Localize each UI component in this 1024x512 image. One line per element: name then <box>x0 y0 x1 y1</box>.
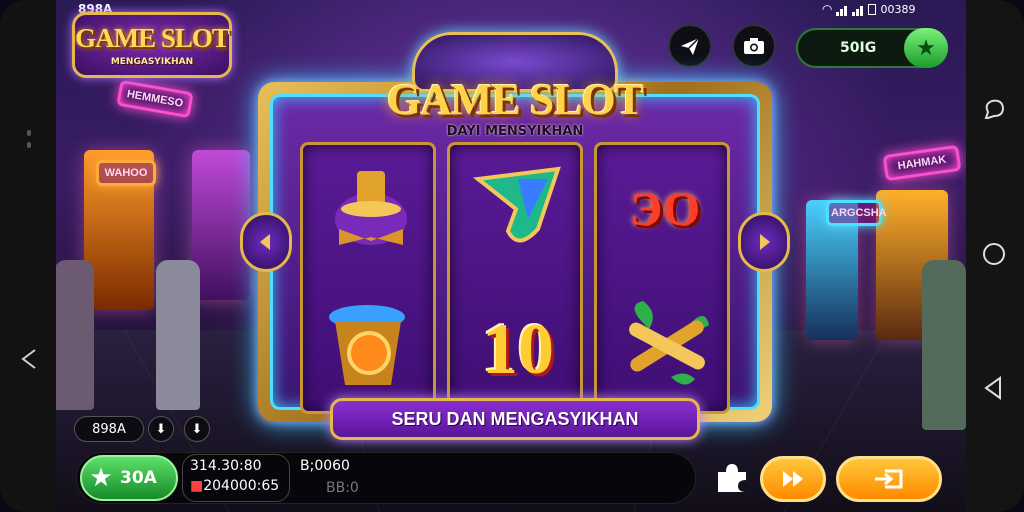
stat-line-4: BB:0 <box>326 480 359 496</box>
chevron-right-icon <box>760 234 770 250</box>
camera-icon <box>744 38 764 54</box>
camera-dot <box>27 130 31 136</box>
slot-title: GAME SLOT <box>386 75 644 124</box>
stat-line-1: 314.30:80 <box>190 458 262 474</box>
number-10-symbol: 10 <box>482 308 554 389</box>
slot-machine: GAME SLOT DAYI MENSYIKHAN 10 ЭО SERU DAN… <box>240 32 790 442</box>
logo-title: GAME SLOT <box>75 23 230 53</box>
arrow-down-icon: ⬇ <box>155 421 167 437</box>
home-icon[interactable] <box>980 240 1008 268</box>
reel-1 <box>300 142 436 414</box>
chevron-left-icon <box>260 234 270 250</box>
red-marker-icon: ■ <box>190 478 204 494</box>
balance-amount: 50IG <box>840 40 877 56</box>
auto-play-button[interactable]: ★ 30A <box>80 455 178 501</box>
puzzle-icon[interactable] <box>712 458 752 498</box>
left-hardware-strip <box>0 0 56 512</box>
fast-forward-icon <box>783 471 803 487</box>
stat-line-3: B;0060 <box>300 458 350 474</box>
balance-pill[interactable]: 50IG ★ <box>796 28 948 68</box>
game-screen: HEMMESO WAHOO HAHMAK ARGCSHA 898A ◠ 0038… <box>56 0 966 512</box>
star-icon: ★ <box>916 35 936 61</box>
exit-icon <box>875 469 903 489</box>
star-icon: ★ <box>89 463 113 493</box>
arrow-up-icon: ⬇ <box>191 421 203 437</box>
back-nav-icon[interactable] <box>980 374 1008 402</box>
status-right-text: 00389 <box>880 2 916 16</box>
person-left-1 <box>56 260 94 410</box>
back-icon[interactable] <box>20 348 38 370</box>
sensor-dot <box>27 142 31 148</box>
arcade-cabinet-left-2 <box>192 150 250 300</box>
next-button[interactable] <box>738 212 790 272</box>
auto-play-value: 30A <box>120 468 157 488</box>
neon-sign-4: ARGCSHA <box>826 200 887 226</box>
golden-bamboo-leaves-icon <box>611 291 719 399</box>
person-left-2 <box>156 260 200 410</box>
logo-subtitle: MENGASYIKHAN <box>110 57 194 67</box>
golden-bucket-icon <box>317 291 425 399</box>
add-balance-button[interactable]: ★ <box>904 28 948 68</box>
game-logo: GAME SLOT MENGASYIKHAN <box>72 12 232 78</box>
neon-sign-2: WAHOO <box>96 160 156 186</box>
slot-subtitle: DAYI MENSYIKHAN <box>446 124 584 139</box>
top-hat-bowtie-icon <box>317 155 425 263</box>
reel-3: ЭО <box>594 142 730 414</box>
skip-button[interactable] <box>760 456 826 502</box>
assistant-icon[interactable] <box>980 96 1008 124</box>
red-number-badge-symbol: ЭО <box>629 182 701 236</box>
status-indicators: ◠ 00389 <box>822 2 915 16</box>
exit-button[interactable] <box>836 456 942 502</box>
stat-line-2: ■204000:65 <box>190 478 280 494</box>
prev-button[interactable] <box>240 212 292 272</box>
slot-banner: SERU DAN MENGASYIKHAN <box>330 398 700 440</box>
signal-icon <box>836 3 848 16</box>
reel-2: 10 <box>447 142 583 414</box>
neon-sign-1: HEMMESO <box>116 79 194 119</box>
green-feather-icon <box>464 155 572 263</box>
signal-icon-2 <box>852 3 864 16</box>
phone-frame: HEMMESO WAHOO HAHMAK ARGCSHA 898A ◠ 0038… <box>0 0 1024 512</box>
battery-icon <box>868 3 877 15</box>
bet-decrease-button[interactable]: ⬇ <box>148 416 174 442</box>
wifi-icon: ◠ <box>822 2 833 16</box>
bet-increase-button[interactable]: ⬇ <box>184 416 210 442</box>
person-right <box>922 260 966 430</box>
neon-sign-3: HAHMAK <box>882 144 962 182</box>
bet-chip-label[interactable]: 898A <box>74 416 144 442</box>
paper-plane-icon <box>681 37 700 55</box>
